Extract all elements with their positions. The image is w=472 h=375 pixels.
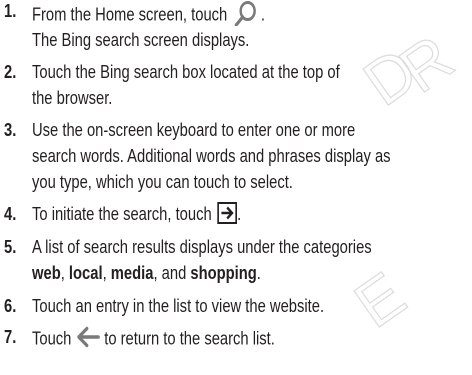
watermark-letter-3: E [342, 258, 418, 341]
step-3-line-1: Use the on-screen keyboard to enter one … [32, 120, 356, 140]
step-number: 4. [4, 204, 17, 224]
category-local: local [68, 263, 103, 283]
step-number: 6. [4, 296, 17, 316]
step-number: 7. [4, 327, 17, 347]
step-7-line-1: Touch to return to the search list. [32, 326, 275, 353]
category-shopping: shopping [190, 263, 257, 283]
step-5-line-1: A list of search results displays under … [32, 237, 372, 257]
step-1-line-1: From the Home screen, touch . [32, 0, 265, 31]
step-6-line-1: Touch an entry in the list to view the w… [32, 296, 325, 316]
step-2-line-2: the browser. [32, 88, 113, 108]
right-arrow-icon [217, 202, 238, 225]
step-1-line-2: The Bing search screen displays. [32, 30, 250, 50]
step-4-line-1: To initiate the search, touch . [32, 202, 242, 225]
step-number: 5. [4, 237, 17, 257]
watermark-letter-1: D [351, 34, 430, 119]
category-web: web [32, 263, 61, 283]
step-number: 1. [4, 1, 17, 21]
watermark-letter-2: R [387, 21, 466, 106]
step-2-line-1: Touch the Bing search box located at the… [32, 62, 340, 82]
back-arrow-icon [76, 326, 101, 353]
step-5-line-2: web, local, media, and shopping. [32, 263, 261, 283]
category-media: media [110, 263, 154, 283]
step-3-line-3: you type, which you can touch to select. [32, 172, 293, 192]
step-number: 2. [4, 62, 17, 82]
step-number: 3. [4, 120, 17, 140]
step-3-line-2: search words. Additional words and phras… [32, 146, 391, 166]
search-icon [231, 0, 261, 31]
